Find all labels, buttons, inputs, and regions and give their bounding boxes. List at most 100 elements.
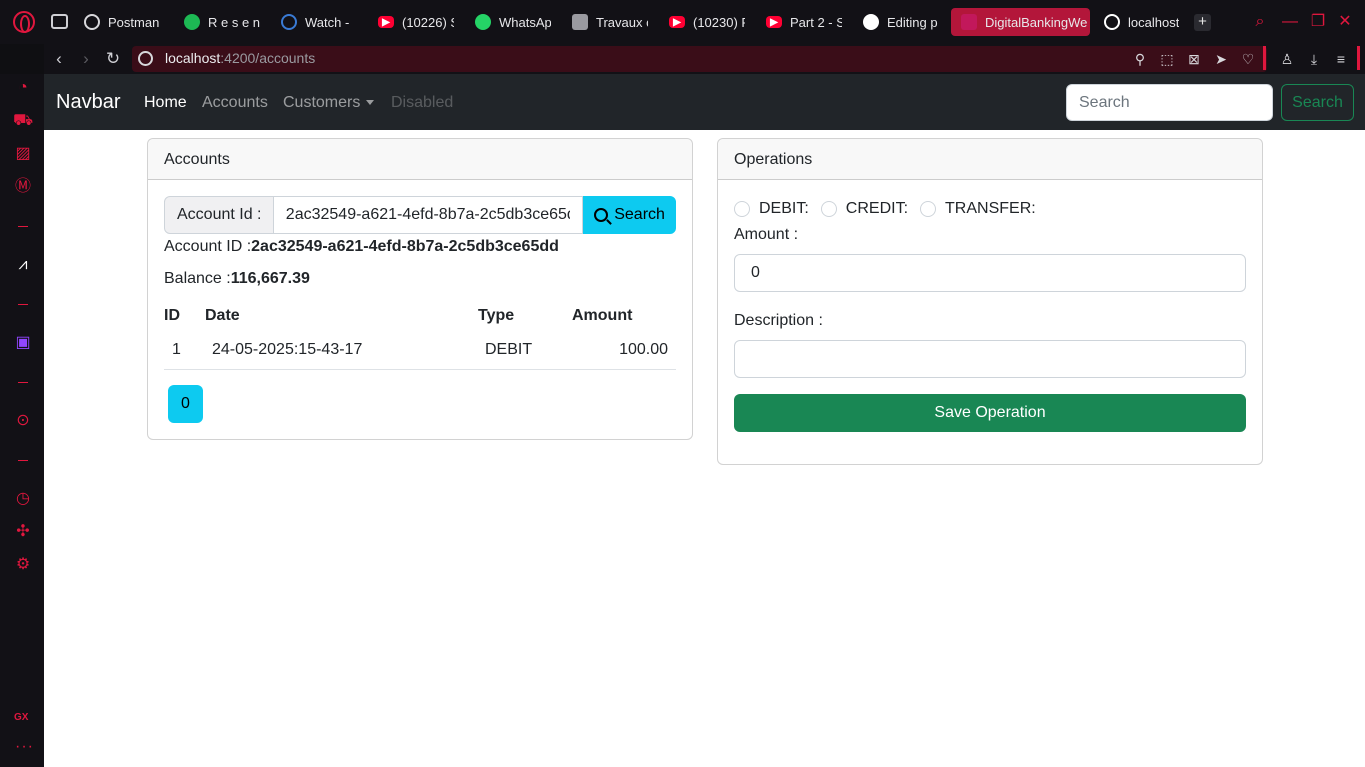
browser-tab[interactable]: ▶ Part 2 - S <box>766 8 842 36</box>
browser-tab[interactable]: R e s e n <box>184 8 262 36</box>
browser-tab[interactable]: Postman <box>84 8 166 36</box>
amount-label: Amount : <box>734 226 799 243</box>
browser-tab[interactable]: WhatsAp <box>475 8 551 36</box>
youtube-icon: ▶ <box>669 16 685 28</box>
browser-tab[interactable]: localhost <box>1104 8 1182 36</box>
gx-control-icon[interactable]: ⛟ <box>13 111 33 131</box>
radio-debit[interactable] <box>734 201 750 217</box>
tab-overview-icon[interactable] <box>51 14 68 29</box>
browser-tab[interactable]: Watch - <box>281 8 357 36</box>
amount-input[interactable] <box>734 254 1246 292</box>
tab-label: WhatsAp <box>499 14 551 30</box>
site-info-icon[interactable] <box>138 51 153 66</box>
browser-tab-active[interactable]: DigitalBankingWe <box>951 8 1090 36</box>
spotify-icon <box>184 14 200 30</box>
adblock-icon[interactable]: ⊠ <box>1184 48 1204 70</box>
tab-label: R e s e n <box>208 14 261 30</box>
operations-card-header: Operations <box>718 139 1262 180</box>
table-header: Amount <box>572 307 633 324</box>
pagination-page-button[interactable]: 0 <box>168 385 203 423</box>
youtube-icon: ▶ <box>766 16 782 28</box>
table-header: Date <box>205 307 240 324</box>
table-cell: DEBIT <box>478 331 572 370</box>
account-search-group: Account Id : Search <box>164 196 676 234</box>
table-header: ID <box>164 307 180 324</box>
forward-icon[interactable]: › <box>75 48 97 70</box>
messenger-icon[interactable]: Ⓜ <box>13 177 33 197</box>
send-icon[interactable]: ➤ <box>1211 48 1231 70</box>
navbar-search-button[interactable]: Search <box>1281 84 1354 121</box>
disney-icon <box>281 14 297 30</box>
easy-setup-icon[interactable]: ≡ <box>1331 48 1351 70</box>
heart-icon[interactable]: ♡ <box>1238 48 1258 70</box>
navbar: Navbar Home Accounts Customers Disabled … <box>44 74 1365 130</box>
download-icon[interactable]: ⤓ <box>1304 48 1324 70</box>
search-button-label: Search <box>614 206 665 223</box>
reload-icon[interactable]: ↻ <box>102 48 124 70</box>
description-input[interactable] <box>734 340 1246 378</box>
radio-label: TRANSFER: <box>945 200 1036 217</box>
browser-tab-bar: Postman R e s e n Watch - ▶ (10226) S Wh… <box>0 0 1365 44</box>
github-icon <box>863 14 879 30</box>
search-tabs-icon[interactable]: ⌕ <box>1251 13 1269 31</box>
globe-icon <box>1104 14 1120 30</box>
player-icon[interactable]: ⊙ <box>13 411 33 431</box>
radio-label: DEBIT: <box>759 200 809 217</box>
nav-dropdown-customers[interactable]: Customers <box>283 94 375 112</box>
browser-tab[interactable]: Editing p <box>863 8 939 36</box>
radio-transfer[interactable] <box>920 201 937 217</box>
balance-label: Balance : <box>164 270 231 287</box>
tab-label: (10226) S <box>402 14 454 30</box>
gx-label[interactable]: GX <box>14 712 28 723</box>
url-field[interactable]: localhost:4200/accounts <box>132 46 1267 72</box>
minimize-icon[interactable]: — <box>1281 13 1299 31</box>
nav-link-disabled: Disabled <box>391 94 454 111</box>
balance-info: Balance :116,667.39 <box>164 270 310 288</box>
twitch-icon[interactable]: ▣ <box>13 333 33 353</box>
sidebar-divider <box>18 460 28 461</box>
speed-dial-icon[interactable]: ◔ <box>13 78 33 98</box>
url-text[interactable]: localhost:4200/accounts <box>165 50 315 66</box>
extensions-icon[interactable]: ✣ <box>13 522 33 542</box>
account-id-info: Account ID :2ac32549-a621-4efd-8b7a-2c5d… <box>164 238 559 256</box>
address-bar: ‹ › ↻ localhost:4200/accounts ⚲ ⬚ ⊠ ➤ ♡ … <box>44 44 1365 74</box>
accounts-card-header: Accounts <box>148 139 692 180</box>
snapshot-icon[interactable]: ⬚ <box>1157 48 1177 70</box>
account-search-button[interactable]: Search <box>583 196 676 234</box>
profile-icon[interactable]: ♙ <box>1277 48 1297 70</box>
opera-logo-icon[interactable] <box>13 11 35 33</box>
browser-sidebar: ◔ ⛟ ▨ Ⓜ ⩘ ▣ ⊙ ◷ ✣ ⚙ GX ··· <box>0 74 44 767</box>
browser-tab[interactable]: ▶ (10230) F <box>669 8 745 36</box>
settings-icon[interactable]: ⚙ <box>13 555 33 575</box>
back-icon[interactable]: ‹ <box>48 48 70 70</box>
close-window-icon[interactable]: ✕ <box>1336 13 1354 31</box>
new-tab-button[interactable]: + <box>1194 14 1211 31</box>
tab-label: localhost <box>1128 14 1180 30</box>
navbar-search-input[interactable] <box>1066 84 1273 121</box>
app-icon[interactable]: ⩘ <box>13 255 33 275</box>
accent-divider <box>1357 46 1360 70</box>
more-icon[interactable]: ··· <box>15 738 34 756</box>
table-header-row: ID Date Type Amount <box>164 301 676 331</box>
account-id-label: Account Id : <box>164 196 274 234</box>
youtube-icon: ▶ <box>378 16 394 28</box>
save-operation-button[interactable]: Save Operation <box>734 394 1246 432</box>
accounts-card: Accounts Account Id : Search Account ID … <box>147 138 693 440</box>
search-icon <box>594 208 609 222</box>
gx-corner-icon[interactable]: ▨ <box>13 144 33 164</box>
nav-dropdown-label: Customers <box>283 94 361 111</box>
browser-tab[interactable]: Travaux c <box>572 8 648 36</box>
radio-credit[interactable] <box>820 201 837 217</box>
nav-link-accounts[interactable]: Accounts <box>202 94 268 112</box>
account-id-info-label: Account ID : <box>164 238 252 255</box>
account-id-input[interactable] <box>273 196 584 234</box>
navbar-brand[interactable]: Navbar <box>56 91 120 114</box>
restore-icon[interactable]: ❐ <box>1309 13 1327 31</box>
pin-icon[interactable]: ⚲ <box>1130 48 1150 70</box>
table-header: Type <box>478 307 515 324</box>
browser-tab[interactable]: ▶ (10226) S <box>378 8 454 36</box>
tab-label: Travaux c <box>596 14 648 30</box>
nav-link-home[interactable]: Home <box>144 94 187 112</box>
history-icon[interactable]: ◷ <box>13 489 33 509</box>
operation-type-group: DEBIT: CREDIT: TRANSFER: <box>734 199 1048 219</box>
